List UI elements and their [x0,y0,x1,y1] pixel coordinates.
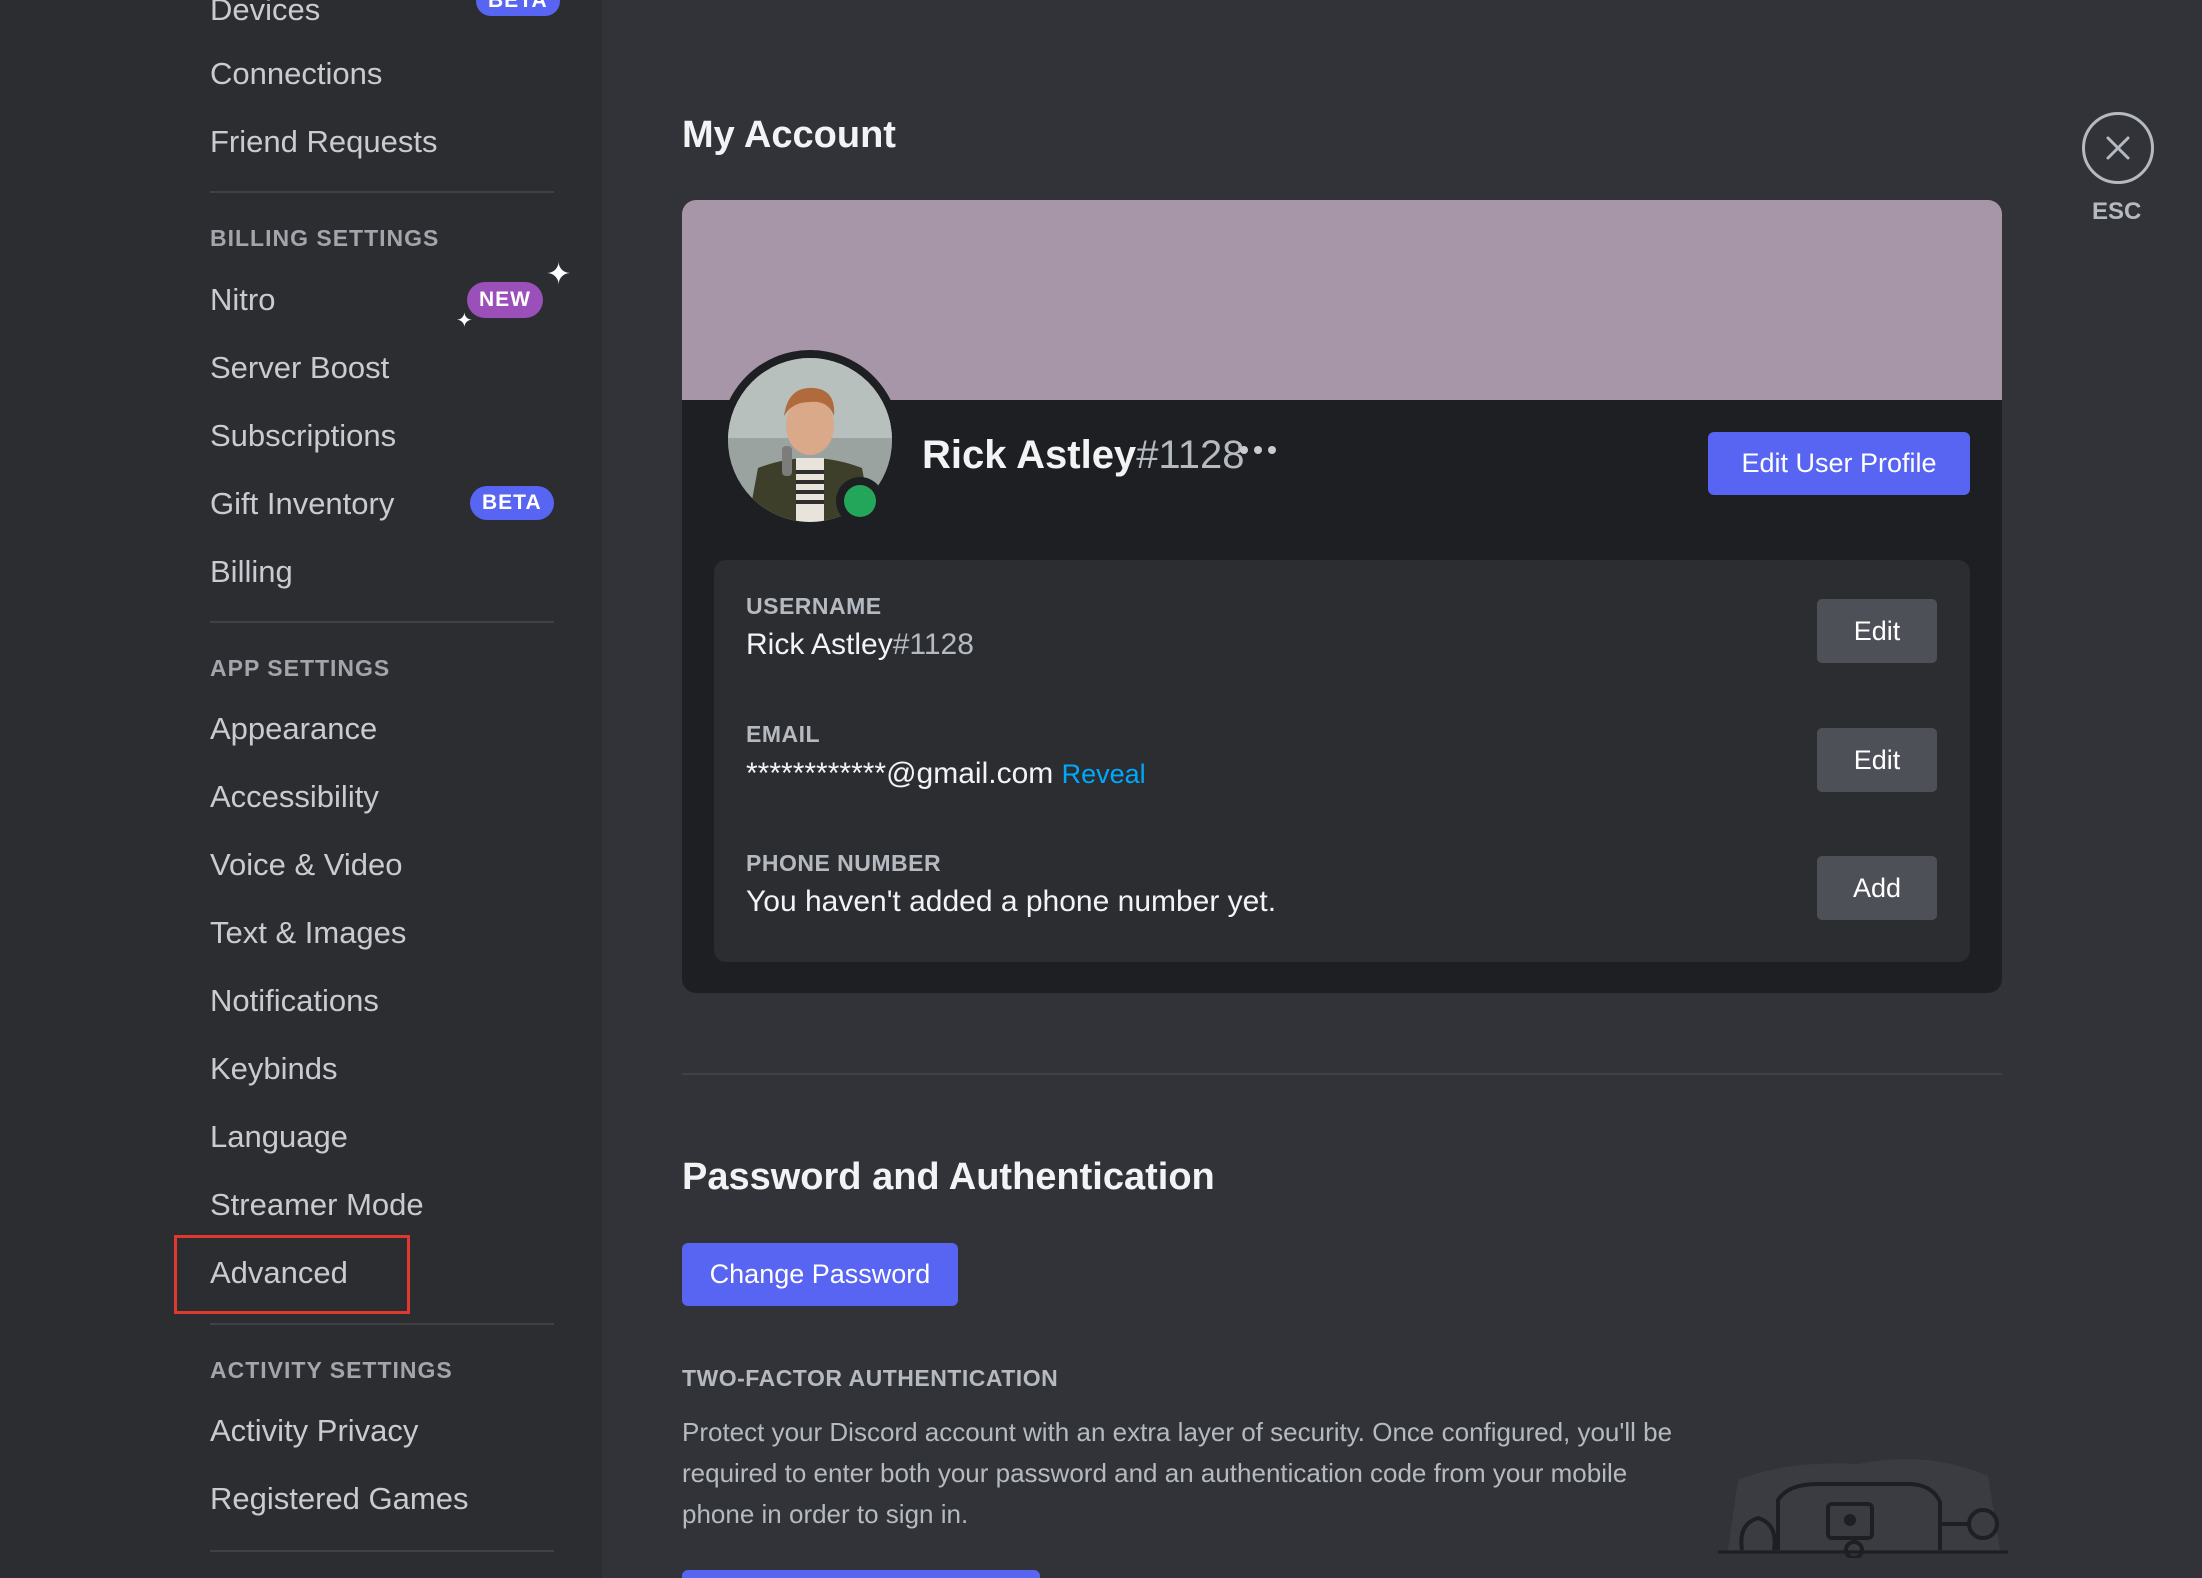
profile-name: Rick Astley [922,433,1137,477]
add-phone-button[interactable]: Add [1817,856,1937,920]
email-value: ************@gmail.com Reveal [746,757,1146,791]
edit-username-button[interactable]: Edit [1817,599,1937,663]
beta-badge: BETA [470,486,554,520]
sidebar-divider [210,191,554,193]
sidebar-item-gift-inventory[interactable]: Gift Inventory [210,488,394,519]
sidebar-item-activity-privacy[interactable]: Activity Privacy [210,1415,418,1446]
two-factor-illustration [1718,1459,2008,1558]
close-button[interactable] [2082,112,2154,184]
sidebar-item-streamer-mode[interactable]: Streamer Mode [210,1189,424,1220]
sidebar-item-language[interactable]: Language [210,1121,348,1152]
edit-user-profile-button[interactable]: Edit User Profile [1708,432,1970,495]
sidebar-item-devices[interactable]: Devices [210,0,320,25]
sidebar-item-connections[interactable]: Connections [210,58,382,89]
account-card: Rick Astley#1128 Edit User Profile USERN… [682,200,2002,993]
sparkle-icon: ✦ [546,258,572,291]
account-info-panel: USERNAME Rick Astley#1128 Edit EMAIL ***… [714,560,1970,962]
email-masked: ************@gmail.com [746,757,1054,790]
sidebar-item-voice-video[interactable]: Voice & Video [210,849,402,880]
profile-display-name: Rick Astley#1128 [922,433,1244,478]
password-section-title: Password and Authentication [682,1156,1215,1198]
close-icon [2106,136,2130,160]
online-status-icon [844,485,876,517]
edit-email-button[interactable]: Edit [1817,728,1937,792]
two-factor-description: Protect your Discord account with an ext… [682,1417,1673,1529]
sidebar-item-server-boost[interactable]: Server Boost [210,352,389,383]
email-label: EMAIL [746,721,821,747]
phone-label: PHONE NUMBER [746,850,942,876]
phone-value: You haven't added a phone number yet. [746,885,1277,918]
settings-sidebar: Devices BETA Connections Friend Requests… [0,0,602,1578]
change-password-button[interactable]: Change Password [682,1243,958,1306]
billing-settings-header: BILLING SETTINGS [210,225,440,251]
sidebar-item-keybinds[interactable]: Keybinds [210,1053,338,1084]
sidebar-divider [210,1323,554,1325]
sidebar-item-friend-requests[interactable]: Friend Requests [210,126,437,157]
esc-label: ESC [2092,198,2142,225]
sidebar-item-subscriptions[interactable]: Subscriptions [210,420,396,451]
more-icon[interactable] [1240,446,1276,454]
highlight-box [174,1235,410,1314]
profile-discriminator: #1128 [1136,433,1245,477]
sidebar-divider [210,1550,554,1552]
sidebar-item-appearance[interactable]: Appearance [210,713,377,744]
page-title: My Account [682,114,896,156]
enable-2fa-button[interactable] [682,1570,1040,1578]
sidebar-item-registered-games[interactable]: Registered Games [210,1483,468,1514]
new-badge: NEW [467,282,543,318]
sidebar-item-accessibility[interactable]: Accessibility [210,781,379,812]
sidebar-divider [210,621,554,623]
username-value: Rick Astley#1128 [746,628,974,662]
two-factor-label: TWO-FACTOR AUTHENTICATION [682,1365,1059,1391]
sidebar-item-notifications[interactable]: Notifications [210,985,379,1016]
username-discriminator: #1128 [892,628,974,661]
section-divider [682,1073,2002,1075]
sidebar-item-text-images[interactable]: Text & Images [210,917,406,948]
username-name: Rick Astley [746,628,893,661]
sparkle-icon: ✦ [456,310,473,332]
app-settings-header: APP SETTINGS [210,655,391,681]
profile-banner [682,200,2002,400]
sidebar-item-billing[interactable]: Billing [210,556,293,587]
beta-badge: BETA [476,0,560,16]
sidebar-item-nitro[interactable]: Nitro [210,284,275,315]
username-label: USERNAME [746,593,882,619]
reveal-email-link[interactable]: Reveal [1062,759,1146,789]
activity-settings-header: ACTIVITY SETTINGS [210,1357,453,1383]
